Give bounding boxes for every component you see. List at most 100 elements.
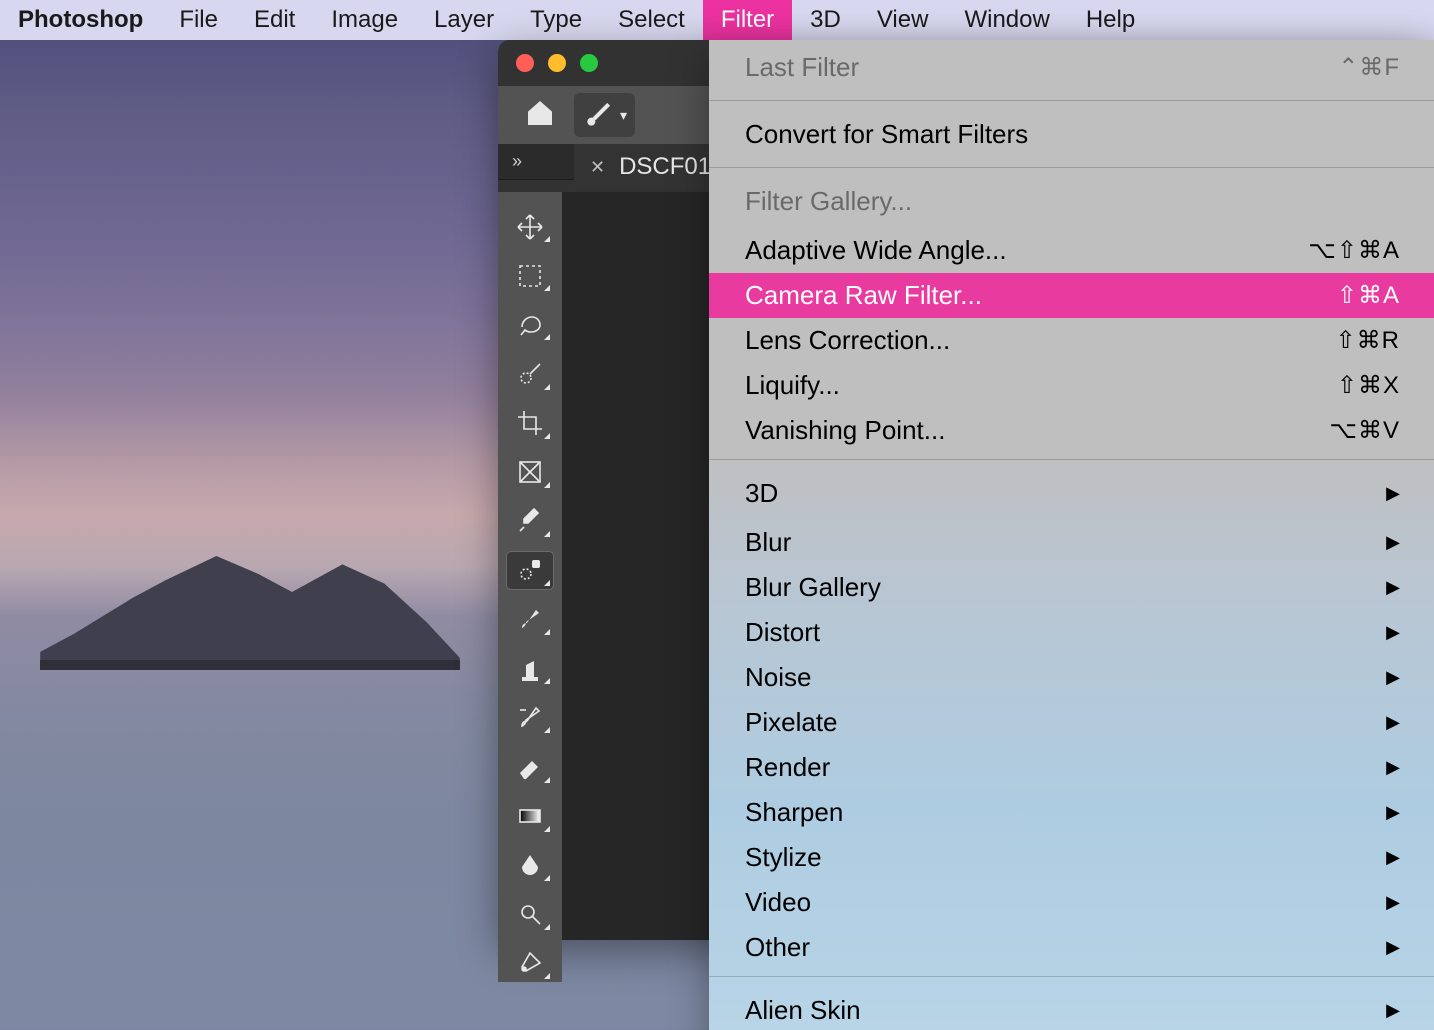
expand-panels-icon[interactable]: » [498, 151, 536, 172]
menu-edit[interactable]: Edit [236, 0, 313, 40]
blur-tool[interactable] [507, 847, 553, 884]
submenu-arrow-icon: ▶ [1386, 712, 1400, 733]
tool-preset-picker[interactable]: ▾ [574, 93, 635, 137]
menu-item-label: Convert for Smart Filters [745, 119, 1028, 150]
submenu-arrow-icon: ▶ [1386, 937, 1400, 958]
frame-tool[interactable] [507, 454, 553, 491]
menu-item-label: Pixelate [745, 707, 838, 738]
submenu-arrow-icon: ▶ [1386, 892, 1400, 913]
dodge-tool[interactable] [507, 896, 553, 933]
menu-view[interactable]: View [859, 0, 947, 40]
filter-menu-dropdown: Last Filter ⌃⌘F Convert for Smart Filters F… [709, 40, 1434, 1030]
submenu-arrow-icon: ▶ [1386, 483, 1400, 504]
menu-item-label: Sharpen [745, 797, 843, 828]
menu-item-label: Blur Gallery [745, 572, 881, 603]
island-silhouette [40, 550, 460, 670]
menu-item-shortcut: ⌃⌘F [1338, 53, 1400, 82]
menu-image[interactable]: Image [313, 0, 416, 40]
brush-tool[interactable] [507, 601, 553, 638]
menu-item-label: Adaptive Wide Angle... [745, 235, 1007, 266]
menu-help[interactable]: Help [1068, 0, 1153, 40]
close-window-button[interactable] [516, 54, 534, 72]
menu-item-label: Camera Raw Filter... [745, 280, 982, 311]
gradient-tool[interactable] [507, 798, 553, 835]
submenu-arrow-icon: ▶ [1386, 1000, 1400, 1021]
healing-brush-tool[interactable] [507, 552, 553, 589]
menu-item-label: Stylize [745, 842, 822, 873]
menu-type[interactable]: Type [512, 0, 600, 40]
submenu-arrow-icon: ▶ [1386, 532, 1400, 553]
menu-item-shortcut: ⌥⇧⌘A [1308, 236, 1400, 265]
menu-window[interactable]: Window [946, 0, 1067, 40]
menu-item-shortcut: ⇧⌘R [1336, 326, 1400, 355]
quick-select-tool[interactable] [507, 355, 553, 392]
submenu-arrow-icon: ▶ [1386, 757, 1400, 778]
menu-separator [709, 100, 1434, 101]
eyedropper-tool[interactable] [507, 503, 553, 540]
home-icon[interactable] [524, 97, 556, 134]
menu-item-3d[interactable]: 3D ▶ [709, 466, 1434, 520]
menu-item-blur-gallery[interactable]: Blur Gallery ▶ [709, 565, 1434, 610]
menu-item-label: 3D [745, 478, 778, 509]
mac-menubar: Photoshop FileEditImageLayerTypeSelectFi… [0, 0, 1434, 40]
close-tab-icon[interactable]: ✕ [590, 157, 605, 178]
app-name[interactable]: Photoshop [0, 6, 161, 34]
submenu-arrow-icon: ▶ [1386, 622, 1400, 643]
lasso-tool[interactable] [507, 306, 553, 343]
menu-item-convert-for-smart-filters[interactable]: Convert for Smart Filters [709, 107, 1434, 161]
menu-item-shortcut: ⇧⌘X [1337, 371, 1400, 400]
menu-item-label: Distort [745, 617, 820, 648]
menu-item-label: Other [745, 932, 810, 963]
menu-item-label: Liquify... [745, 370, 840, 401]
menu-item-adaptive-wide-angle[interactable]: Adaptive Wide Angle... ⌥⇧⌘A [709, 228, 1434, 273]
menu-item-label: Video [745, 887, 811, 918]
menu-item-camera-raw-filter[interactable]: Camera Raw Filter... ⇧⌘A [709, 273, 1434, 318]
eraser-tool[interactable] [507, 748, 553, 785]
menu-item-noise[interactable]: Noise ▶ [709, 655, 1434, 700]
marquee-tool[interactable] [507, 257, 553, 294]
menu-file[interactable]: File [161, 0, 236, 40]
move-tool[interactable] [507, 208, 553, 245]
menu-item-vanishing-point[interactable]: Vanishing Point... ⌥⌘V [709, 408, 1434, 453]
menu-item-label: Alien Skin [745, 995, 861, 1026]
menu-separator [709, 167, 1434, 168]
menu-item-shortcut: ⌥⌘V [1329, 416, 1400, 445]
menu-item-video[interactable]: Video ▶ [709, 880, 1434, 925]
menu-item-label: Blur [745, 527, 791, 558]
menu-item-other[interactable]: Other ▶ [709, 925, 1434, 970]
menu-separator [709, 976, 1434, 977]
menu-item-label: Last Filter [745, 52, 859, 83]
history-brush-tool[interactable] [507, 699, 553, 736]
minimize-window-button[interactable] [548, 54, 566, 72]
menu-item-liquify[interactable]: Liquify... ⇧⌘X [709, 363, 1434, 408]
menu-layer[interactable]: Layer [416, 0, 512, 40]
menu-item-blur[interactable]: Blur ▶ [709, 520, 1434, 565]
menu-item-label: Noise [745, 662, 811, 693]
submenu-arrow-icon: ▶ [1386, 667, 1400, 688]
menu-item-label: Lens Correction... [745, 325, 950, 356]
coastline [40, 660, 460, 670]
pen-tool[interactable] [507, 945, 553, 982]
menu-item-sharpen[interactable]: Sharpen▶ [709, 790, 1434, 835]
submenu-arrow-icon: ▶ [1386, 577, 1400, 598]
menu-item-label: Vanishing Point... [745, 415, 945, 446]
crop-tool[interactable] [507, 405, 553, 442]
zoom-window-button[interactable] [580, 54, 598, 72]
menu-filter[interactable]: Filter [703, 0, 792, 40]
menu-separator [709, 459, 1434, 460]
menu-item-lens-correction[interactable]: Lens Correction... ⇧⌘R [709, 318, 1434, 363]
menu-item-label: Render [745, 752, 830, 783]
menu-item-filter-gallery: Filter Gallery... [709, 174, 1434, 228]
menu-select[interactable]: Select [600, 0, 703, 40]
menu-item-render[interactable]: Render ▶ [709, 745, 1434, 790]
menu-item-shortcut: ⇧⌘A [1337, 281, 1400, 310]
chevron-down-icon: ▾ [620, 107, 627, 124]
clone-stamp-tool[interactable] [507, 650, 553, 687]
menu-item-pixelate[interactable]: Pixelate ▶ [709, 700, 1434, 745]
menu-item-stylize[interactable]: Stylize ▶ [709, 835, 1434, 880]
window-controls [516, 54, 598, 72]
menu-item-alien-skin[interactable]: Alien Skin ▶ [709, 983, 1434, 1030]
menu-item-distort[interactable]: Distort ▶ [709, 610, 1434, 655]
submenu-arrow-icon: ▶ [1386, 847, 1400, 868]
menu-3d[interactable]: 3D [792, 0, 859, 40]
